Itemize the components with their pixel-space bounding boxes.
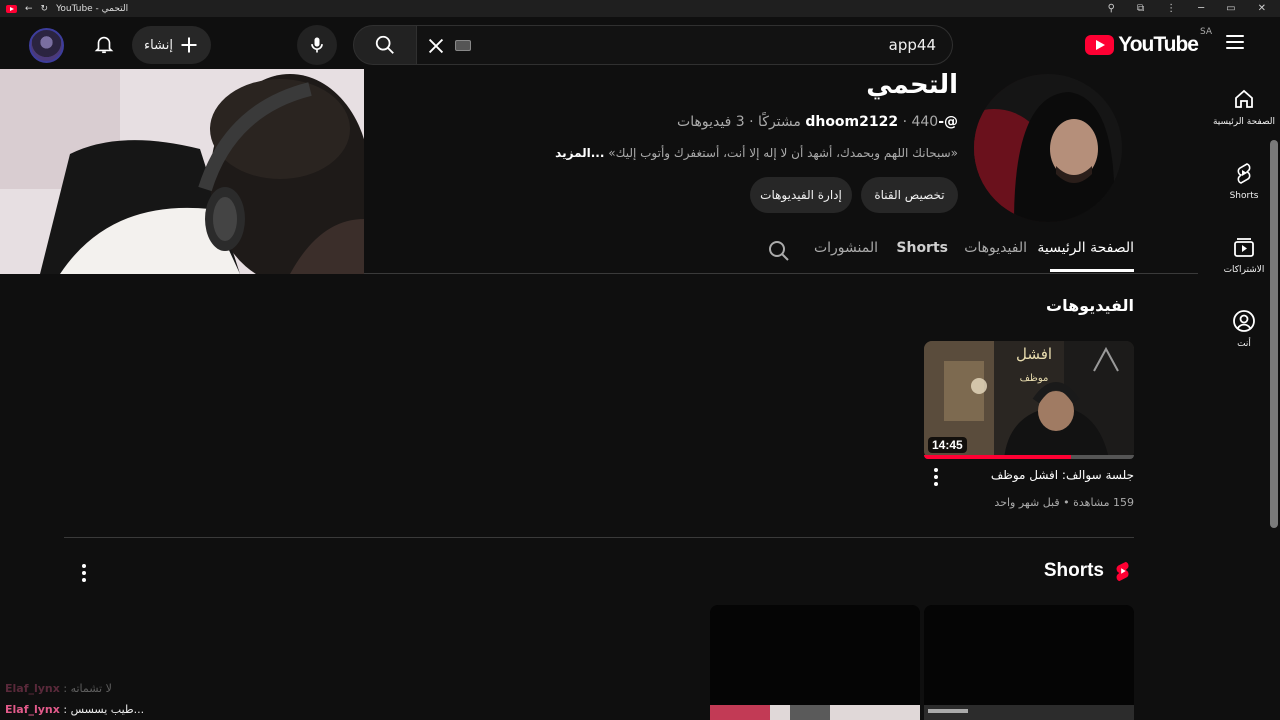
tab-shorts[interactable]: Shorts: [896, 240, 948, 256]
keyboard-icon[interactable]: [455, 40, 471, 51]
channel-search-icon[interactable]: [767, 239, 791, 263]
short-thumbnail-image: [710, 605, 920, 720]
manage-videos-button[interactable]: إدارة الفيديوهات: [750, 177, 852, 213]
rail-label-subscriptions: الاشتراكات: [1223, 265, 1265, 275]
chat-message: Elaf_lynx : طيب يسسس...: [5, 703, 144, 716]
masthead: YouTube SA إنشاء: [0, 17, 1280, 69]
minimize-button[interactable]: ─: [1198, 3, 1204, 14]
tab-posts[interactable]: المنشورات: [814, 240, 878, 256]
video-title[interactable]: جلسة سوالف: افشل موظف: [991, 468, 1134, 482]
browser-tab-title: YouTube - التحمي: [56, 3, 129, 14]
search-bar: [353, 25, 953, 65]
chat-message: Elaf_lynx : لا تشماته: [5, 682, 112, 695]
plus-icon: [181, 37, 197, 53]
chat-text: : طيب يسسس...: [63, 703, 145, 716]
create-label: إنشاء: [144, 37, 173, 53]
browser-menu-icon[interactable]: ⋮: [1166, 3, 1176, 14]
extensions-icon[interactable]: ⧉: [1137, 3, 1144, 14]
clear-search-icon[interactable]: [425, 35, 447, 57]
page-scrollbar[interactable]: [1270, 140, 1278, 528]
microphone-icon: [311, 37, 323, 53]
channel-name: التحمي: [866, 70, 958, 100]
rail-item-home[interactable]: الصفحة الرئيسية: [1208, 69, 1280, 143]
youtube-play-icon: [1085, 35, 1115, 55]
shorts-section-title: Shorts: [1043, 560, 1104, 581]
thumb-overlay-small-text: موظف: [1020, 373, 1049, 384]
bell-icon: [94, 36, 114, 54]
youtube-logo[interactable]: YouTube SA: [1085, 27, 1212, 57]
browser-titlebar: ← ↻ YouTube - التحمي ⚲ ⧉ ⋮ ─ ▭ ✕: [0, 0, 1280, 17]
shorts-icon: [1237, 163, 1251, 184]
subscriptions-icon: [1234, 238, 1254, 257]
logo-wordmark: YouTube: [1118, 33, 1199, 56]
chat-username: Elaf_lynx: [5, 682, 60, 695]
chat-username: Elaf_lynx: [5, 703, 60, 716]
short-card[interactable]: [924, 605, 1134, 720]
channel-meta: @-dhoom2122 · 440 مشتركًا · 3 فيديوهات: [677, 114, 958, 130]
description-text: «سبحانك اللهم وبحمدك، أشهد أن لا إله إلا…: [608, 146, 958, 160]
youtube-favicon-icon: [6, 4, 17, 13]
shorts-section-header[interactable]: Shorts: [1044, 560, 1134, 582]
video-meta: 159 مشاهدة • قبل شهر واحد: [994, 496, 1134, 509]
you-icon: [1233, 310, 1255, 332]
watch-progress-bar: [924, 455, 1134, 459]
back-arrow-icon[interactable]: ←: [25, 4, 33, 14]
zoom-icon[interactable]: ⚲: [1108, 3, 1115, 14]
section-divider: [64, 537, 1134, 538]
country-code: SA: [1199, 27, 1212, 37]
maximize-button[interactable]: ▭: [1226, 3, 1235, 14]
shorts-section-menu-icon[interactable]: [82, 564, 86, 582]
shorts-logo-icon: [1116, 561, 1129, 582]
search-field[interactable]: [417, 25, 953, 65]
rail-label-shorts: Shorts: [1229, 191, 1259, 201]
channel-avatar[interactable]: [974, 74, 1122, 222]
tab-videos[interactable]: الفيديوهات: [964, 240, 1027, 256]
thumb-overlay-big-text: افشل: [1016, 345, 1052, 363]
hamburger-menu-icon[interactable]: [1226, 35, 1244, 49]
short-card[interactable]: [710, 605, 920, 720]
video-more-actions-icon[interactable]: [934, 468, 938, 486]
account-avatar[interactable]: [29, 28, 64, 63]
video-duration-badge: 14:45: [928, 437, 967, 453]
channel-description[interactable]: «سبحانك اللهم وبحمدك، أشهد أن لا إله إلا…: [555, 146, 958, 160]
notifications-button[interactable]: [90, 30, 118, 58]
videos-section-title[interactable]: الفيديوهات: [1046, 296, 1134, 315]
create-button[interactable]: إنشاء: [132, 26, 211, 64]
webcam-feed-image: [0, 69, 364, 274]
voice-search-button[interactable]: [297, 25, 337, 65]
channel-tabs: الصفحة الرئيسية الفيديوهات Shorts المنشو…: [364, 230, 1198, 274]
search-button[interactable]: [353, 25, 417, 65]
watch-progress-fill: [924, 455, 1071, 459]
rail-label-you: أنت: [1237, 339, 1251, 349]
tab-home[interactable]: الصفحة الرئيسية: [1037, 240, 1134, 256]
active-tab-indicator: [1050, 269, 1134, 272]
search-input[interactable]: [516, 26, 936, 64]
home-icon: [1235, 89, 1253, 108]
channel-avatar-image: [974, 74, 1122, 222]
rail-label-home: الصفحة الرئيسية: [1212, 117, 1276, 127]
customize-channel-button[interactable]: تخصيص القناة: [861, 177, 958, 213]
webcam-overlay: [0, 69, 364, 274]
short-thumbnail-image: [924, 605, 1134, 720]
reload-icon[interactable]: ↻: [41, 4, 49, 14]
chat-text: : لا تشماته: [63, 682, 112, 695]
more-link[interactable]: ...المزيد: [555, 146, 604, 160]
search-icon: [375, 35, 394, 54]
close-window-button[interactable]: ✕: [1258, 3, 1266, 14]
